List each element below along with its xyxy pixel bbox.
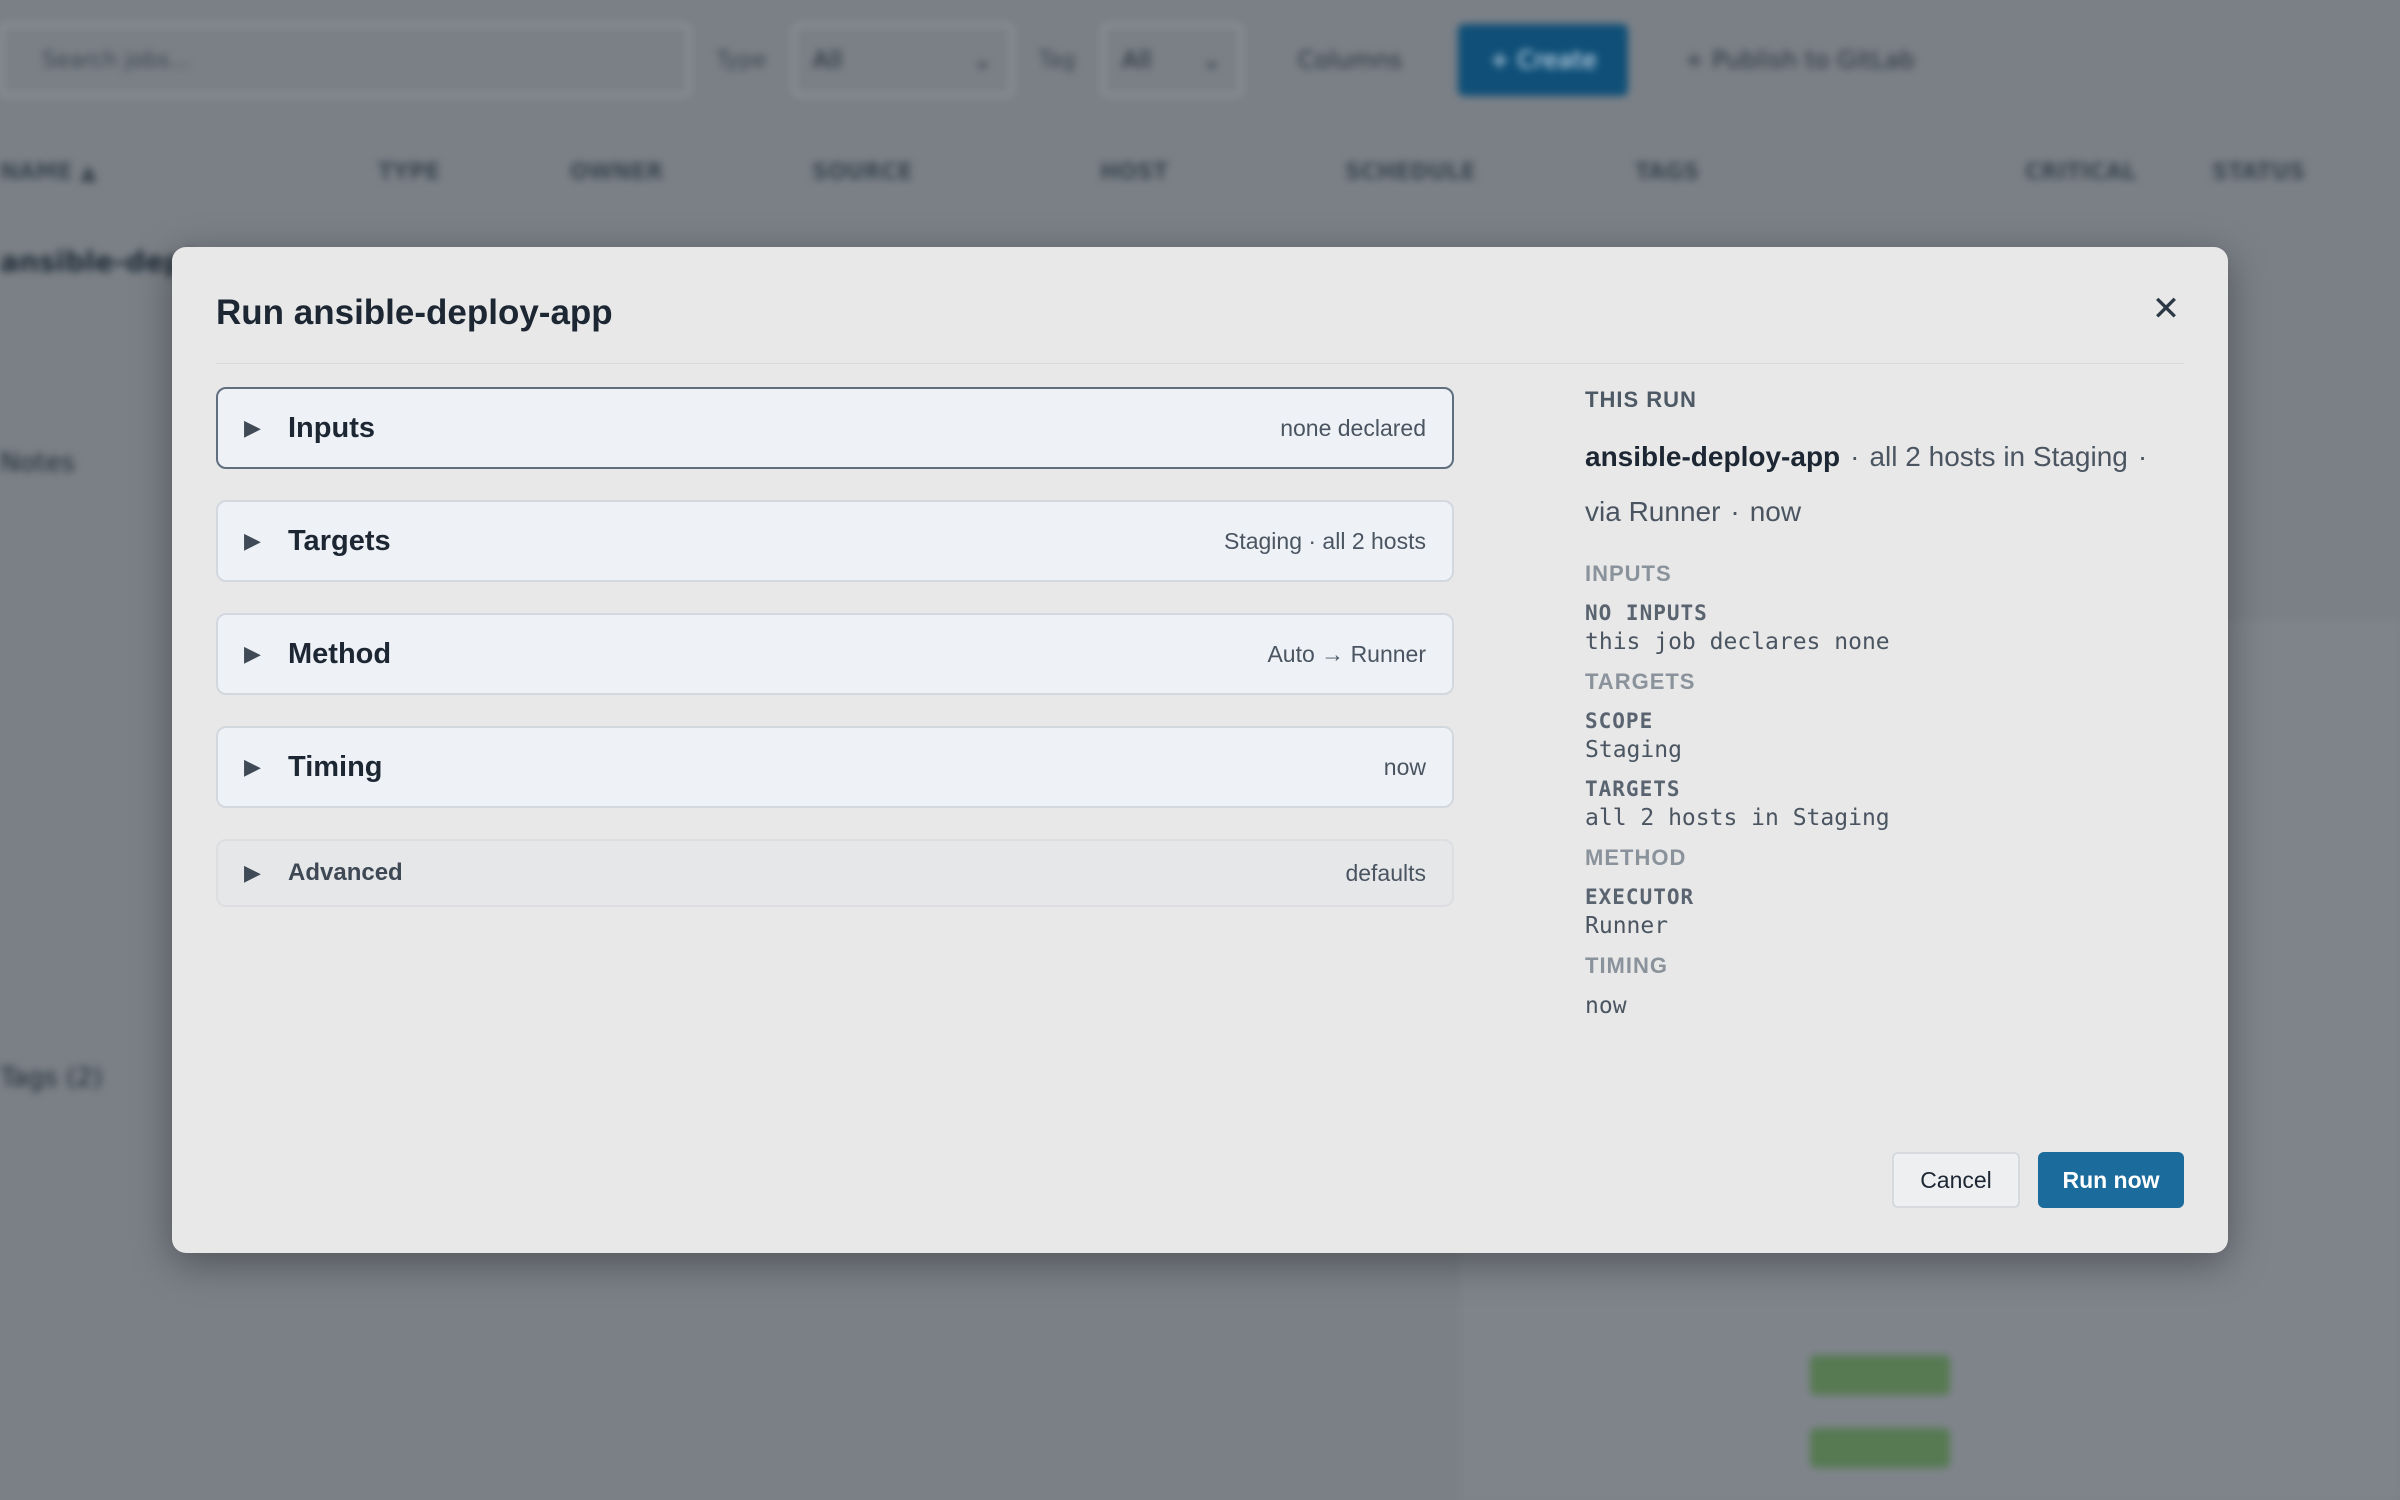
background-col: HOST [1100, 160, 1168, 185]
background-columns-button: Columns [1297, 46, 1403, 74]
background-col: SOURCE [812, 160, 913, 185]
summary-timing-value: now [1585, 993, 1627, 1019]
section-targets[interactable]: ▶ Targets Staging · all 2 hosts [216, 500, 1454, 582]
section-targets-summary: Staging · all 2 hosts [1223, 527, 1426, 554]
section-inputs-label: Inputs [288, 411, 375, 444]
summary-when: now [1749, 496, 1802, 527]
background-col: CRITICAL [2025, 160, 2137, 185]
section-inputs[interactable]: ▶ Inputs none declared [216, 387, 1454, 469]
caret-right-icon: ▶ [244, 860, 261, 886]
caret-right-icon: ▶ [244, 528, 261, 554]
background-publish-button: + Publish to GitLab [1684, 46, 1915, 74]
background-col: NAME ▲ [0, 160, 97, 185]
background-tag-select: All ⌄ [1101, 24, 1242, 96]
summary-targets-key: TARGETS [1585, 777, 1681, 801]
summary-executor-value: Runner [1585, 913, 1669, 939]
caret-right-icon: ▶ [244, 641, 261, 667]
summary-heading: THIS RUN [1585, 387, 1697, 412]
run-summary-panel: THIS RUN ansible-deploy-app · all 2 hosts … [1585, 387, 2185, 1033]
caret-right-icon: ▶ [244, 754, 261, 780]
summary-job-name: ansible-deploy-app [1585, 441, 1841, 472]
section-timing-summary: now [1383, 753, 1426, 780]
summary-run-line: ansible-deploy-app · all 2 hosts in Stagin… [1585, 441, 2148, 527]
section-advanced-label: Advanced [288, 859, 403, 886]
summary-scope-key: SCOPE [1585, 709, 1654, 733]
background-col: TAGS [1635, 160, 1700, 185]
background-status-badge [1810, 1355, 1950, 1395]
background-col: OWNER [570, 160, 664, 185]
background-col: SCHEDULE [1345, 160, 1476, 185]
summary-scope: all 2 hosts in Staging [1869, 441, 2128, 472]
section-method-summary: Auto → Runner [1267, 640, 1426, 667]
section-method-label: Method [288, 637, 392, 670]
background-create-button: + Create [1458, 24, 1629, 96]
section-advanced[interactable]: ▶ Advanced defaults [216, 839, 1454, 907]
summary-targets-value: all 2 hosts in Staging [1585, 805, 1890, 831]
chevron-down-icon: ⌄ [972, 46, 993, 74]
caret-right-icon: ▶ [244, 415, 261, 441]
run-job-dialog: Run ansible-deploy-app ✕ ▶ Inputs none d… [172, 247, 2228, 1253]
run-now-button[interactable]: Run now [2038, 1152, 2184, 1208]
section-timing[interactable]: ▶ Timing now [216, 726, 1454, 808]
summary-targets-title: TARGETS [1585, 669, 1696, 694]
summary-scope-value: Staging [1585, 737, 1682, 763]
section-timing-label: Timing [288, 750, 383, 783]
summary-timing-group: TIMING now [1585, 953, 2185, 1019]
header-divider [216, 363, 2184, 364]
summary-inputs-key: NO INPUTS [1585, 601, 1708, 625]
background-type-select: All ⌄ [792, 24, 1013, 96]
dialog-title: Run ansible-deploy-app [216, 293, 613, 332]
summary-executor-key: EXECUTOR [1585, 885, 1695, 909]
section-method[interactable]: ▶ Method Auto → Runner [216, 613, 1454, 695]
close-icon[interactable]: ✕ [2144, 287, 2188, 331]
run-config-sections: ▶ Inputs none declared ▶ Targets Staging… [216, 387, 1454, 907]
summary-inputs-value: this job declares none [1585, 629, 1890, 655]
summary-inputs-title: INPUTS [1585, 561, 1672, 586]
summary-via: via Runner [1585, 496, 1721, 527]
summary-method-title: METHOD [1585, 845, 1687, 870]
background-tag-value: All [1121, 46, 1152, 74]
background-type-label: Type [716, 47, 767, 73]
summary-method-group: METHOD EXECUTOR Runner [1585, 845, 2185, 939]
background-status-badge [1810, 1428, 1950, 1468]
chevron-down-icon: ⌄ [1201, 46, 1222, 74]
background-tags-heading: Tags (2) [0, 1063, 103, 1093]
section-advanced-summary: defaults [1345, 859, 1426, 886]
background-type-value: All [812, 46, 843, 74]
background-col: TYPE [378, 160, 441, 185]
cancel-button[interactable]: Cancel [1892, 1152, 2020, 1208]
summary-targets-group: TARGETS SCOPE Staging TARGETS all 2 host… [1585, 669, 2185, 831]
summary-timing-title: TIMING [1585, 953, 1668, 978]
background-search-input: Search jobs... [0, 24, 690, 96]
dialog-footer: Cancel Run now [1892, 1152, 2184, 1208]
background-tag-label: Tag [1038, 47, 1076, 73]
section-inputs-summary: none declared [1280, 414, 1426, 441]
section-targets-label: Targets [288, 524, 391, 557]
background-notes-heading: Notes [0, 448, 76, 478]
summary-inputs-group: INPUTS NO INPUTS this job declares none [1585, 561, 2185, 655]
background-col: STATUS [2212, 160, 2306, 185]
background-toolbar: Search jobs... Type All ⌄ Tag All ⌄ Column… [0, 0, 2400, 120]
